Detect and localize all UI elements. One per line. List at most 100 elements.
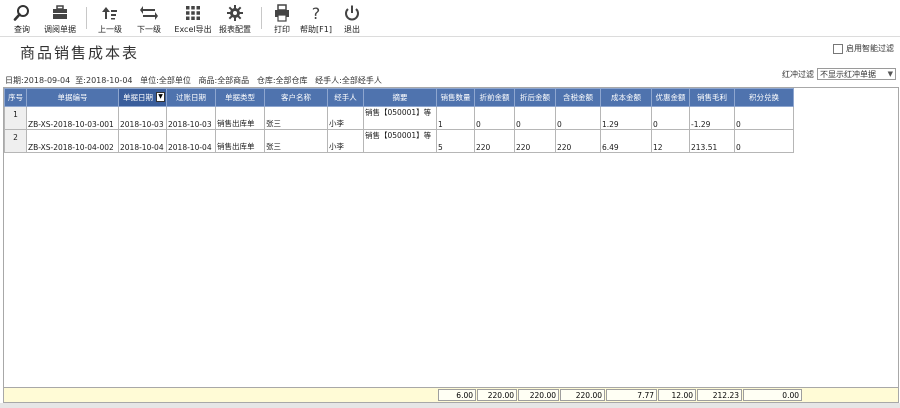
- col-header-no[interactable]: 序号: [4, 88, 27, 107]
- table-row[interactable]: 1 ZB-XS-2018-10-03-001 2018-10-03 2018-1…: [4, 106, 794, 130]
- cell-doc-type[interactable]: 销售出库单: [215, 106, 265, 130]
- report-grid[interactable]: 序号 单据编号 单据日期 ▼ 过账日期 单据类型 客户名称 经手人 摘要 销售数量…: [3, 87, 899, 403]
- cell-doc-no[interactable]: ZB-XS-2018-10-04-002: [26, 129, 119, 153]
- unit-label: 单位:: [140, 76, 159, 85]
- red-filter-value: 不显示红冲单据: [820, 69, 876, 79]
- report-config-button[interactable]: 报表配置: [215, 0, 255, 36]
- col-header-post-date[interactable]: 过账日期: [166, 88, 216, 107]
- red-filter-select[interactable]: 不显示红冲单据 ▼: [817, 68, 896, 80]
- col-header-qty[interactable]: 销售数量: [436, 88, 475, 107]
- col-header-cost[interactable]: 成本金额: [600, 88, 652, 107]
- page-title: 商品销售成本表: [20, 44, 140, 62]
- gear-icon: [227, 5, 243, 21]
- total-post-amount: 220.00: [518, 389, 559, 401]
- filter-dropdown-icon[interactable]: ▼: [156, 92, 165, 102]
- handler-label: 经手人:: [315, 76, 342, 85]
- cell-profit[interactable]: -1.29: [689, 106, 735, 130]
- col-header-pre-amount[interactable]: 折前金额: [474, 88, 515, 107]
- col-header-tax-amount[interactable]: 含税金额: [555, 88, 601, 107]
- excel-export-button[interactable]: Excel导出: [171, 0, 215, 36]
- level-up-label: 上一级: [98, 25, 122, 34]
- handler-value: 全部经手人: [341, 76, 382, 85]
- toolbar-separator: [86, 7, 87, 29]
- col-header-doc-date-label: 单据日期: [123, 93, 153, 102]
- level-up-button[interactable]: 上一级: [93, 0, 127, 36]
- report-table: 序号 单据编号 单据日期 ▼ 过账日期 单据类型 客户名称 经手人 摘要 销售数量…: [4, 88, 794, 153]
- cell-customer[interactable]: 张三: [264, 106, 328, 130]
- cell-doc-type[interactable]: 销售出库单: [215, 129, 265, 153]
- row-number: 1: [4, 106, 27, 130]
- view-document-label: 调阅单据: [44, 25, 76, 34]
- cell-points[interactable]: 0: [734, 129, 794, 153]
- total-points: 0.00: [743, 389, 802, 401]
- toolbar: 查询 调阅单据 上一级 下一级 Excel导出 报表配置 打印 ? 帮助[F1]…: [0, 0, 900, 37]
- col-header-doc-type[interactable]: 单据类型: [215, 88, 265, 107]
- cell-qty[interactable]: 1: [436, 106, 475, 130]
- query-label: 查询: [14, 25, 30, 34]
- cell-post-amount[interactable]: 220: [514, 129, 556, 153]
- goods-value: 全部商品: [217, 76, 250, 85]
- cell-qty[interactable]: 5: [436, 129, 475, 153]
- cell-profit[interactable]: 213.51: [689, 129, 735, 153]
- date-label: 日期:: [5, 76, 24, 85]
- col-header-points[interactable]: 积分兑换: [734, 88, 794, 107]
- total-pre-amount: 220.00: [477, 389, 517, 401]
- cell-doc-date[interactable]: 2018-10-03: [118, 106, 167, 130]
- search-icon: [13, 5, 29, 21]
- cell-discount[interactable]: 0: [651, 106, 690, 130]
- query-button[interactable]: 查询: [4, 0, 40, 36]
- grid-dots-icon: [186, 6, 200, 20]
- col-header-profit[interactable]: 销售毛利: [689, 88, 735, 107]
- report-config-label: 报表配置: [219, 25, 251, 34]
- cell-doc-date[interactable]: 2018-10-04: [118, 129, 167, 153]
- cell-tax-amount[interactable]: 0: [555, 106, 601, 130]
- table-header-row: 序号 单据编号 单据日期 ▼ 过账日期 单据类型 客户名称 经手人 摘要 销售数量…: [4, 88, 794, 107]
- help-label: 帮助[F1]: [300, 25, 332, 34]
- cell-tax-amount[interactable]: 220: [555, 129, 601, 153]
- briefcase-icon: [53, 5, 67, 19]
- col-header-discount[interactable]: 优惠金额: [651, 88, 690, 107]
- chevron-down-icon: ▼: [887, 70, 893, 78]
- cell-cost[interactable]: 1.29: [600, 106, 652, 130]
- totals-footer: 6.00 220.00 220.00 220.00 7.77 12.00 212…: [3, 387, 899, 403]
- cell-handler[interactable]: 小李: [327, 106, 364, 130]
- cell-pre-amount[interactable]: 220: [474, 129, 515, 153]
- table-row[interactable]: 2 ZB-XS-2018-10-04-002 2018-10-04 2018-1…: [4, 129, 794, 153]
- col-header-doc-date[interactable]: 单据日期 ▼: [118, 88, 167, 107]
- total-discount: 12.00: [658, 389, 696, 401]
- col-header-post-amount[interactable]: 折后金额: [514, 88, 556, 107]
- cell-cost[interactable]: 6.49: [600, 129, 652, 153]
- cell-pre-amount[interactable]: 0: [474, 106, 515, 130]
- power-icon: [345, 5, 359, 21]
- col-header-doc-no[interactable]: 单据编号: [26, 88, 119, 107]
- cell-post-date[interactable]: 2018-10-04: [166, 129, 216, 153]
- print-button[interactable]: 打印: [268, 0, 296, 36]
- cell-handler[interactable]: 小李: [327, 129, 364, 153]
- smart-filter-checkbox[interactable]: [833, 43, 843, 54]
- cell-customer[interactable]: 张三: [264, 129, 328, 153]
- warehouse-value: 全部仓库: [275, 76, 308, 85]
- cell-summary[interactable]: 销售【050001】等: [363, 106, 437, 130]
- cell-doc-no[interactable]: ZB-XS-2018-10-03-001: [26, 106, 119, 130]
- col-header-handler[interactable]: 经手人: [327, 88, 364, 107]
- col-header-customer[interactable]: 客户名称: [264, 88, 328, 107]
- help-button[interactable]: ? 帮助[F1]: [296, 0, 336, 36]
- level-down-label: 下一级: [137, 25, 161, 34]
- svg-text:?: ?: [312, 4, 321, 22]
- smart-filter-toggle[interactable]: 启用智能过滤: [833, 43, 894, 54]
- swap-arrows-icon: [140, 6, 158, 20]
- smart-filter-label: 启用智能过滤: [846, 44, 894, 53]
- cell-post-amount[interactable]: 0: [514, 106, 556, 130]
- level-down-button[interactable]: 下一级: [127, 0, 171, 36]
- exit-button[interactable]: 退出: [336, 0, 368, 36]
- cell-discount[interactable]: 12: [651, 129, 690, 153]
- red-filter: 红冲过滤 不显示红冲单据 ▼: [782, 68, 896, 80]
- col-header-summary[interactable]: 摘要: [363, 88, 437, 107]
- status-strip: [0, 403, 900, 408]
- view-document-button[interactable]: 调阅单据: [40, 0, 80, 36]
- cell-points[interactable]: 0: [734, 106, 794, 130]
- cell-summary[interactable]: 销售【050001】等: [363, 129, 437, 153]
- cell-post-date[interactable]: 2018-10-03: [166, 106, 216, 130]
- exit-label: 退出: [344, 25, 360, 34]
- filter-summary: 日期:2018-09-04 至:2018-10-04 单位:全部单位 商品:全部…: [5, 75, 382, 86]
